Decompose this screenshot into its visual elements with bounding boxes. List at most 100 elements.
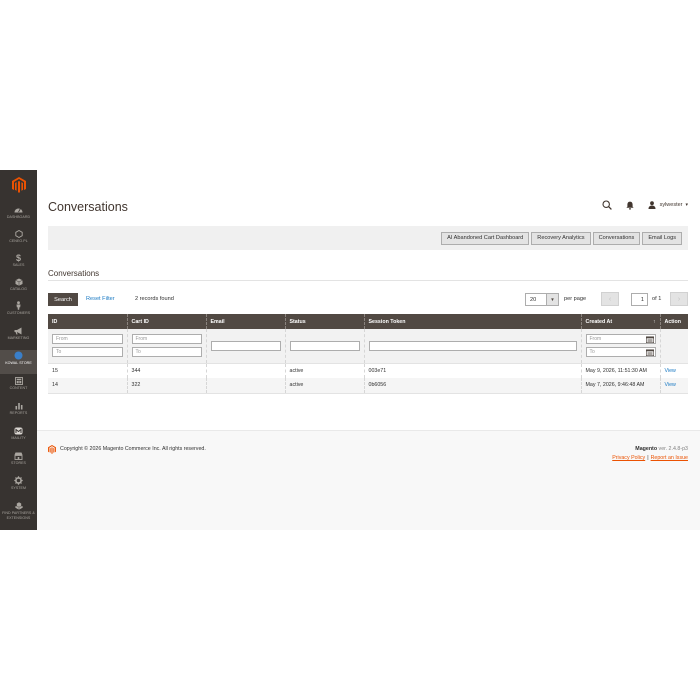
chevron-down-icon[interactable]: ▼ xyxy=(546,294,558,305)
next-page-button[interactable]: › xyxy=(670,292,688,306)
conversations-table: ID Cart ID Email Status Session Token Cr… xyxy=(48,314,688,394)
previous-page-button[interactable]: ‹ xyxy=(601,292,619,306)
product-name: Magento xyxy=(635,446,658,452)
sidebar-item-customers[interactable]: CUSTOMERS xyxy=(0,300,37,324)
footer-links: Privacy Policy | Report an Issue xyxy=(612,455,688,461)
user-icon[interactable] xyxy=(648,201,657,210)
email-filter-input[interactable] xyxy=(210,340,281,351)
magento-logo-icon[interactable] xyxy=(0,170,37,200)
calendar-icon[interactable] xyxy=(645,349,654,356)
sidebar-item-catalog[interactable]: CATALOG xyxy=(0,276,37,300)
sidebar-item-label: CONTENT xyxy=(9,386,28,390)
gear-icon xyxy=(14,475,23,486)
filter-cell-status xyxy=(285,329,365,364)
column-header-created-at[interactable]: Created At ↑ xyxy=(581,314,661,329)
sidebar-item-ceneo[interactable]: CENEO.PL xyxy=(0,228,37,252)
table-row[interactable]: 14 322 active 0b6056 May 7, 2026, 9:46:4… xyxy=(48,378,688,394)
sidebar-item-reports[interactable]: REPORTS xyxy=(0,400,37,424)
records-found: 2 records found xyxy=(135,296,174,302)
chevron-right-icon: › xyxy=(677,295,681,303)
sidebar-item-label: MARKETING xyxy=(7,336,30,340)
per-page-value: 20 xyxy=(530,296,537,303)
column-header-action: Action xyxy=(660,314,688,329)
column-header-id[interactable]: ID xyxy=(48,314,128,329)
page-total: of 1 xyxy=(652,296,662,302)
filter-cell-session-token xyxy=(364,329,582,364)
date-from-placeholder: From xyxy=(589,336,602,343)
calendar-icon[interactable] xyxy=(645,336,654,343)
sidebar-item-marketing[interactable]: MARKETING xyxy=(0,325,37,349)
sidebar-item-dashboard[interactable]: DASHBOARD xyxy=(0,204,37,228)
recovery-analytics-button[interactable]: Recovery Analytics xyxy=(531,231,591,245)
chevron-down-icon[interactable]: ▾ xyxy=(685,202,688,208)
search-icon[interactable] xyxy=(601,199,613,211)
sidebar-item-content[interactable]: CONTENT xyxy=(0,375,37,399)
privacy-policy-link[interactable]: Privacy Policy xyxy=(612,455,645,461)
column-header-email[interactable]: Email xyxy=(206,314,286,329)
reset-filter-link[interactable]: Reset Filter xyxy=(86,296,115,302)
bar-chart-icon xyxy=(15,400,23,411)
sidebar-item-label: MAILITY xyxy=(11,436,26,440)
admin-frame: DASHBOARD CENEO.PL $ SALES CATALOG CUSTO… xyxy=(0,170,700,530)
session-token-filter-input[interactable] xyxy=(368,340,577,351)
sidebar-item-system[interactable]: SYSTEM xyxy=(0,475,37,499)
cart-id-to-input[interactable]: To xyxy=(131,347,202,358)
sidebar-item-label: CUSTOMERS xyxy=(6,311,31,315)
id-from-input[interactable]: From xyxy=(52,334,123,345)
dashboard-icon xyxy=(14,204,23,215)
sidebar-item-label: KOWAL STORE xyxy=(5,361,32,365)
page-footer: Copyright © 2026 Magento Commerce Inc. A… xyxy=(37,430,700,530)
bell-icon[interactable] xyxy=(625,200,635,210)
page-number-input[interactable]: 1 xyxy=(631,293,648,306)
sidebar-item-label: DASHBOARD xyxy=(6,215,31,219)
filter-cell-email xyxy=(206,329,286,364)
sidebar-item-label: FIND PARTNERS & EXTENSIONS xyxy=(2,511,35,520)
cell-session-token: 0b6056 xyxy=(364,378,582,394)
filter-cell-created-at: From To xyxy=(581,329,661,364)
person-icon xyxy=(15,300,22,311)
cell-created-at: May 9, 2026, 11:51:30 AM xyxy=(581,363,661,378)
column-header-session-token[interactable]: Session Token xyxy=(364,314,582,329)
layout-icon xyxy=(14,375,23,386)
cell-action: View xyxy=(660,363,688,378)
version-info: Magento ver. 2.4.8-p3 xyxy=(635,446,688,452)
cell-session-token: 003e71 xyxy=(364,363,582,378)
dollar-icon: $ xyxy=(15,252,21,263)
column-header-label: Created At xyxy=(585,318,613,325)
link-separator: | xyxy=(647,455,649,461)
email-logs-button[interactable]: Email Logs xyxy=(642,231,682,245)
megaphone-icon xyxy=(14,325,23,336)
created-at-from-input[interactable]: From xyxy=(585,334,656,345)
user-name[interactable]: sylwester xyxy=(660,202,683,208)
sidebar-item-stores[interactable]: STORES xyxy=(0,450,37,474)
view-link[interactable]: View xyxy=(665,368,676,374)
status-filter-input[interactable] xyxy=(289,340,360,351)
conversations-button[interactable]: Conversations xyxy=(592,231,641,245)
table-row[interactable]: 15 344 active 003e71 May 9, 2026, 11:51:… xyxy=(48,363,688,378)
per-page-select[interactable]: 20 ▼ xyxy=(525,293,559,306)
cell-action: View xyxy=(660,378,688,394)
admin-sidebar: DASHBOARD CENEO.PL $ SALES CATALOG CUSTO… xyxy=(0,170,37,530)
copyright-text: Copyright © 2026 Magento Commerce Inc. A… xyxy=(60,446,206,452)
column-header-status[interactable]: Status xyxy=(285,314,365,329)
sidebar-item-label: STORES xyxy=(10,461,26,465)
sidebar-item-find-partners[interactable]: FIND PARTNERS & EXTENSIONS xyxy=(0,500,37,528)
cell-cart-id: 344 xyxy=(127,363,207,378)
admin-header-actions: sylwester ▾ xyxy=(601,198,688,212)
sidebar-item-kowal-store[interactable]: KOWAL STORE xyxy=(0,350,37,374)
report-issue-link[interactable]: Report an Issue xyxy=(651,455,688,461)
created-at-to-input[interactable]: To xyxy=(585,347,656,358)
cell-email xyxy=(206,378,286,394)
view-link[interactable]: View xyxy=(665,382,676,388)
sidebar-item-maility[interactable]: MAILITY xyxy=(0,425,37,449)
divider xyxy=(48,280,688,281)
ai-abandoned-cart-dashboard-button[interactable]: AI Abandoned Cart Dashboard xyxy=(441,231,530,245)
globe-icon xyxy=(14,350,23,361)
id-to-input[interactable]: To xyxy=(52,347,123,358)
filter-cell-cart-id: From To xyxy=(127,329,207,364)
search-button[interactable]: Search xyxy=(48,293,78,306)
sidebar-item-sales[interactable]: $ SALES xyxy=(0,252,37,276)
magento-logo-icon xyxy=(48,445,56,454)
column-header-cart-id[interactable]: Cart ID xyxy=(127,314,207,329)
cart-id-from-input[interactable]: From xyxy=(131,334,202,345)
